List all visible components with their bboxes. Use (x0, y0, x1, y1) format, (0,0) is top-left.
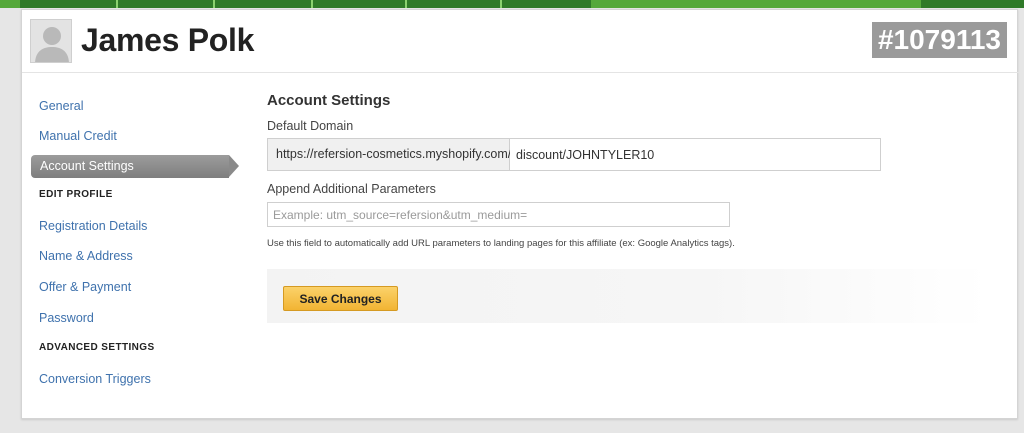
domain-prefix: https://refersion-cosmetics.myshopify.co… (268, 139, 511, 170)
avatar (30, 19, 72, 63)
domain-path-input[interactable] (510, 139, 880, 170)
form-actions: Save Changes (267, 269, 989, 323)
user-silhouette-icon (31, 20, 71, 62)
top-nav-tab[interactable] (215, 0, 311, 8)
affiliate-card: James Polk #1079113 General Manual Credi… (21, 9, 1019, 419)
sidebar-heading-advanced-settings: ADVANCED SETTINGS (39, 342, 155, 353)
sidebar-item-offer-payment[interactable]: Offer & Payment (39, 279, 131, 295)
affiliate-name: James Polk (81, 22, 255, 58)
append-params-input[interactable] (267, 202, 730, 227)
sidebar-heading-edit-profile: EDIT PROFILE (39, 189, 113, 200)
sidebar-item-label: Account Settings (40, 159, 134, 173)
section-title: Account Settings (267, 92, 391, 109)
sidebar-item-general[interactable]: General (39, 98, 83, 114)
append-params-label: Append Additional Parameters (267, 182, 436, 196)
default-domain-field: https://refersion-cosmetics.myshopify.co… (267, 138, 881, 171)
top-nav-tab-right[interactable] (921, 0, 1024, 8)
affiliate-header: James Polk #1079113 (22, 10, 1019, 73)
sidebar-item-manual-credit[interactable]: Manual Credit (39, 128, 117, 144)
top-nav-tab[interactable] (118, 0, 213, 8)
top-nav-bar (0, 0, 1024, 8)
affiliate-id-badge: #1079113 (871, 22, 1007, 58)
append-params-help: Use this field to automatically add URL … (267, 238, 735, 249)
sidebar-item-password[interactable]: Password (39, 310, 94, 326)
top-nav-tab[interactable] (313, 0, 405, 8)
sidebar-item-registration-details[interactable]: Registration Details (39, 218, 147, 234)
sidebar-item-name-address[interactable]: Name & Address (39, 248, 133, 264)
default-domain-label: Default Domain (267, 119, 354, 133)
top-nav-tab[interactable] (20, 0, 116, 8)
active-arrow (229, 155, 239, 177)
sidebar-item-account-settings[interactable]: Account Settings (31, 155, 239, 178)
top-nav-tab[interactable] (502, 0, 591, 8)
top-nav-tab[interactable] (407, 0, 500, 8)
save-button[interactable]: Save Changes (283, 286, 398, 311)
sidebar-item-conversion-triggers[interactable]: Conversion Triggers (39, 371, 151, 387)
